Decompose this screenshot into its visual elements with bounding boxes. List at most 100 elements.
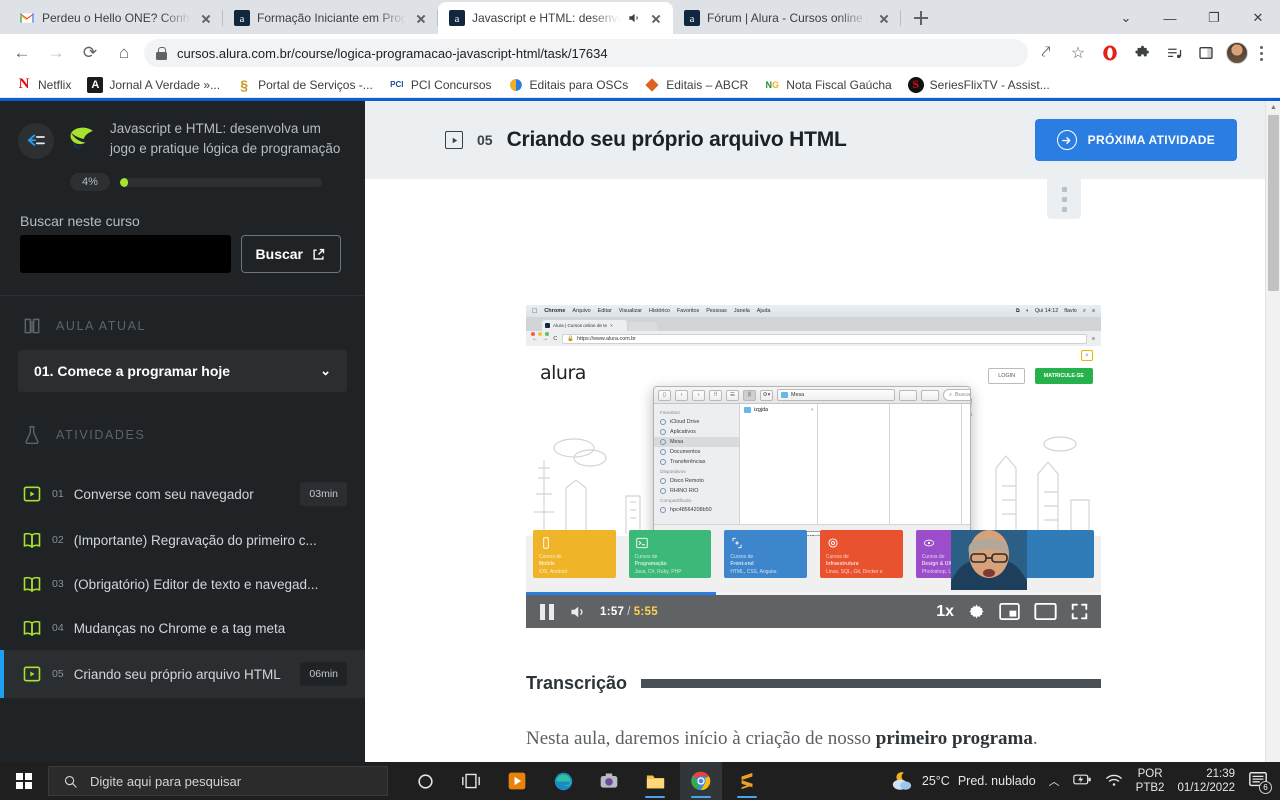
new-folder-icon <box>899 389 917 401</box>
bookmark-netflix[interactable]: N Netflix <box>10 75 77 95</box>
edge-icon[interactable] <box>542 762 584 800</box>
activity-label: (Obrigatório) Editor de texto e navegad.… <box>73 576 319 592</box>
close-icon[interactable] <box>198 10 214 26</box>
language-indicator[interactable]: POR PTB2 <box>1136 767 1165 796</box>
tab-audio-icon[interactable] <box>627 11 641 25</box>
close-window-icon[interactable]: ✕ <box>1236 2 1280 34</box>
search-button[interactable]: Buscar <box>240 235 341 273</box>
apple-icon:  <box>532 308 537 315</box>
activity-label: Mudanças no Chrome e a tag meta <box>73 620 286 636</box>
transcription-text-bold: primeiro programa <box>875 728 1033 749</box>
gear-icon[interactable] <box>967 602 986 621</box>
close-icon[interactable] <box>876 10 892 26</box>
battery-icon[interactable] <box>1072 773 1092 789</box>
fullscreen-icon[interactable] <box>1071 603 1088 620</box>
playback-speed-button[interactable]: 1x <box>936 603 954 621</box>
transcription-header: Transcrição <box>526 673 1101 694</box>
bookmark-nfg[interactable]: N G Nota Fiscal Gaúcha <box>758 75 897 95</box>
reload-icon[interactable]: ⟳ <box>76 39 104 67</box>
file-explorer-icon[interactable] <box>634 762 676 800</box>
alura-icon: a <box>234 10 250 26</box>
bookmark-label: Editais – ABCR <box>666 77 749 92</box>
notification-center-icon: ≡ <box>1091 308 1095 314</box>
home-icon[interactable]: ⌂ <box>110 39 138 67</box>
activity-item-02[interactable]: 02 (Importante) Regravação do primeiro c… <box>0 518 365 562</box>
scroll-up-icon[interactable]: ▲ <box>1266 101 1280 114</box>
next-activity-button[interactable]: PRÓXIMA ATIVIDADE <box>1034 119 1237 161</box>
browser-tab-2[interactable]: a Formação Iniciante em Programa <box>223 2 438 34</box>
course-sidebar: Javascript e HTML: desenvolva um jogo e … <box>0 101 365 762</box>
scrollbar-thumb[interactable] <box>1268 115 1279 291</box>
gear-icon <box>828 538 838 548</box>
bookmark-jornal[interactable]: A Jornal A Verdade »... <box>81 75 226 95</box>
maximize-icon[interactable]: ❐ <box>1192 2 1236 34</box>
kebab-icon[interactable] <box>1250 39 1272 67</box>
activity-header: 05 Criando seu próprio arquivo HTML PRÓX… <box>365 101 1265 179</box>
sidepanel-icon[interactable] <box>1192 39 1220 67</box>
finder-group-title: Compartilhado <box>660 499 692 504</box>
picture-in-picture-icon[interactable] <box>999 603 1020 620</box>
cortana-icon[interactable] <box>404 762 446 800</box>
book-icon <box>24 318 40 334</box>
opera-icon[interactable] <box>1096 39 1124 67</box>
bookmark-abcr[interactable]: Editais – ABCR <box>638 75 754 95</box>
back-icon: ← <box>532 335 538 342</box>
windows-start-icon[interactable] <box>0 762 48 800</box>
forward-icon[interactable]: → <box>42 39 70 67</box>
camera-icon[interactable] <box>588 762 630 800</box>
minimize-icon[interactable]: — <box>1148 2 1192 34</box>
tile-frontend: Cursos de Front-end HTML, CSS, Angular, <box>724 530 808 578</box>
sublime-text-icon[interactable] <box>726 762 768 800</box>
downloads-icon <box>660 459 666 465</box>
task-view-icon[interactable] <box>450 762 492 800</box>
new-tab-button[interactable] <box>907 4 935 32</box>
more-options-icon[interactable] <box>1047 179 1081 219</box>
activity-number: 01 <box>52 488 64 500</box>
alura-icon: a <box>449 10 465 26</box>
bookmark-pci[interactable]: PCI PCI Concursos <box>383 75 498 95</box>
activity-item-01[interactable]: 01 Converse com seu navegador 03min <box>0 470 365 518</box>
page-scrollbar[interactable]: ▲ <box>1265 101 1280 762</box>
back-icon[interactable]: ← <box>8 39 36 67</box>
netflix-icon: N <box>18 76 30 92</box>
activity-item-03[interactable]: 03 (Obrigatório) Editor de texto e naveg… <box>0 562 365 606</box>
computer-icon <box>660 507 666 513</box>
address-bar[interactable]: cursos.alura.com.br/course/logica-progra… <box>144 39 1028 67</box>
activity-item-05[interactable]: 05 Criando seu próprio arquivo HTML 06mi… <box>0 650 365 698</box>
taskbar-clock[interactable]: 21:39 01/12/2022 <box>1177 767 1235 796</box>
bookmark-portal[interactable]: § Portal de Serviços -... <box>230 75 379 95</box>
bookmark-oscs[interactable]: Editais para OSCs <box>502 75 635 95</box>
star-icon[interactable]: ☆ <box>1064 39 1092 67</box>
video-player[interactable]:  Chrome Arquivo Editar Visualizar Histó… <box>526 305 1101 628</box>
video-icon <box>23 666 41 682</box>
chrome-icon[interactable] <box>680 762 722 800</box>
browser-tab-4[interactable]: a Fórum | Alura - Cursos online de <box>673 2 901 34</box>
close-icon[interactable] <box>413 10 429 26</box>
browser-tab-3-active[interactable]: a Javascript e HTML: desenvolv <box>438 2 673 34</box>
share-icon[interactable]: ⤤ <box>1032 39 1060 67</box>
browser-tab-1[interactable]: Perdeu o Hello ONE? Conheça ac <box>8 2 223 34</box>
theater-mode-icon[interactable] <box>1033 603 1058 620</box>
collapse-sidebar-icon[interactable] <box>18 123 54 159</box>
pause-icon[interactable] <box>539 603 555 621</box>
finder-toolbar: ▯ ‹ › ⠿ ☰ ⫼ ⚙▾ Mesa ⌕ Buscar <box>654 387 970 404</box>
close-icon[interactable] <box>648 10 664 26</box>
bookmark-seriesflix[interactable]: S SeriesFlixTV - Assist... <box>902 75 1056 95</box>
volume-icon[interactable] <box>568 603 587 621</box>
mac-menu-item: Histórico <box>643 308 670 314</box>
puzzle-icon[interactable] <box>1128 39 1156 67</box>
media-list-icon[interactable] <box>1160 39 1188 67</box>
chevron-down-icon[interactable]: ⌄ <box>320 363 331 379</box>
activity-item-04[interactable]: 04 Mudanças no Chrome e a tag meta <box>0 606 365 650</box>
notification-center-icon[interactable]: 6 <box>1248 770 1272 794</box>
alura-icon: a <box>684 10 700 26</box>
show-hidden-icons-icon[interactable]: ︿ <box>1049 773 1060 789</box>
avatar[interactable] <box>1226 42 1248 64</box>
tab-search-icon[interactable]: ⌄ <box>1104 2 1148 34</box>
wifi-icon[interactable] <box>1105 773 1123 790</box>
current-lesson-item[interactable]: 01. Comece a programar hoje ⌄ <box>18 350 347 392</box>
search-input[interactable] <box>20 235 231 273</box>
taskbar-search[interactable]: Digite aqui para pesquisar <box>48 766 388 796</box>
taskbar-weather[interactable]: 25°C Pred. nublado <box>890 770 1036 792</box>
vlc-icon[interactable] <box>496 762 538 800</box>
